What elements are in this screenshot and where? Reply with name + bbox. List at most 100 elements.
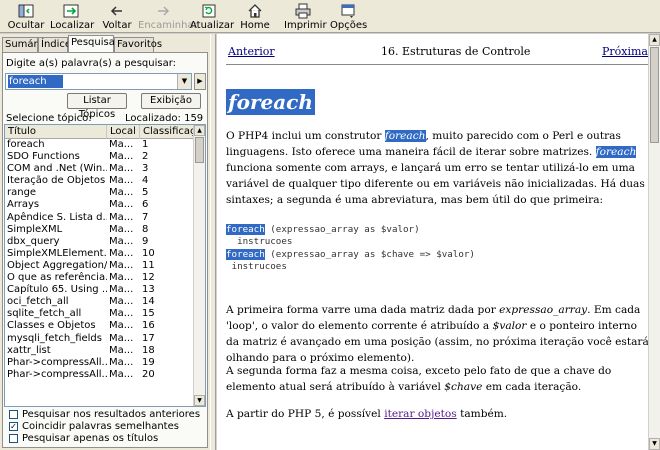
search-go-button[interactable]: ▶	[194, 73, 206, 90]
print-button[interactable]: Imprimir	[284, 1, 327, 32]
topic-row[interactable]: dbx_query Ma... 9	[5, 236, 194, 248]
topic-title: Iteração de Objetos	[7, 175, 106, 187]
topic-row[interactable]: foreach Ma... 1	[5, 139, 194, 151]
column-title[interactable]: Título	[5, 125, 107, 139]
display-button[interactable]: Exibição	[141, 93, 201, 109]
toolbar: Ocultar Localizar Voltar Encaminhar Atua…	[0, 0, 660, 33]
topic-row[interactable]: Apêndice S. Lista d... Ma... 7	[5, 212, 194, 224]
topic-title: Classes e Objetos	[7, 320, 96, 332]
options-button[interactable]: Opções	[330, 1, 367, 32]
tab-favorites[interactable]: Favoritos	[114, 37, 162, 53]
topic-row[interactable]: mysqli_fetch_fields Ma... 17	[5, 333, 194, 345]
checkbox-box[interactable]	[9, 434, 18, 443]
topic-rank: 7	[142, 211, 149, 223]
back-button[interactable]: Voltar	[100, 1, 134, 32]
topic-title: range	[7, 187, 37, 199]
topic-title: Apêndice S. Lista d...	[7, 211, 107, 223]
topic-location: Ma...	[109, 223, 134, 235]
chevron-down-icon[interactable]: ▼	[177, 74, 191, 89]
code-line: (expressao_array as $chave => $valor)	[264, 248, 475, 260]
checkbox-label: Coincidir palavras semelhantes	[22, 421, 179, 432]
checkbox-search-previous[interactable]: Pesquisar nos resultados anteriores	[9, 409, 200, 420]
forward-button[interactable]: Encaminhar	[138, 1, 198, 32]
text: O PHP4 inclui um construtor	[226, 130, 385, 142]
refresh-icon	[202, 4, 216, 18]
topic-list[interactable]: Título Local Classificação foreach Ma... 1…	[4, 124, 206, 407]
topic-rank: 16	[142, 320, 155, 332]
text: A partir do PHP 5, é possível	[226, 408, 385, 420]
topic-row[interactable]: Object Aggregation/... Ma... 11	[5, 260, 194, 272]
refresh-button[interactable]: Atualizar	[190, 1, 235, 32]
tab-index[interactable]: Índice	[38, 37, 71, 53]
tab-contents[interactable]: Sumário	[2, 37, 47, 53]
topic-title: Object Aggregation/...	[7, 259, 107, 271]
divider	[226, 64, 648, 65]
paragraph-php5: A partir do PHP 5, é possível iterar obj…	[226, 406, 651, 422]
topic-row[interactable]: Classes e Objetos Ma... 16	[5, 320, 194, 332]
next-link[interactable]: Próxima	[602, 45, 648, 58]
emphasis: expressao_array	[499, 304, 588, 316]
column-rank[interactable]: Classificação	[140, 125, 205, 139]
select-topic-label: Selecione tópico:	[6, 113, 92, 124]
code-line: instrucoes	[226, 261, 287, 273]
topic-rank: 17	[142, 332, 155, 344]
topic-location: Ma...	[109, 272, 134, 284]
scroll-thumb[interactable]	[650, 47, 659, 143]
topic-row[interactable]: Arrays Ma... 6	[5, 199, 194, 211]
topic-location: Ma...	[109, 199, 134, 211]
topic-location: Ma...	[109, 308, 134, 320]
chapter-title: 16. Estruturas de Controle	[381, 45, 531, 58]
refresh-label: Atualizar	[190, 20, 235, 31]
scroll-down-icon[interactable]: ▼	[649, 438, 660, 450]
topic-row[interactable]: range Ma... 5	[5, 187, 194, 199]
iterate-objects-link[interactable]: iterar objetos	[384, 408, 457, 420]
emphasis: $chave	[444, 381, 483, 393]
list-topics-button[interactable]: Listar Tópicos	[67, 93, 127, 120]
topic-row[interactable]: COM and .Net (Win... Ma... 3	[5, 163, 194, 175]
paragraph-intro: O PHP4 inclui um construtor foreach, mui…	[226, 128, 651, 208]
topic-location: Ma...	[109, 187, 134, 199]
scroll-thumb[interactable]	[195, 137, 204, 163]
content-scrollbar[interactable]: ▲ ▼	[648, 34, 660, 450]
topic-location: Ma...	[109, 320, 134, 332]
topic-row[interactable]: sqlite_fetch_all Ma... 15	[5, 308, 194, 320]
topic-row[interactable]: Iteração de Objetos Ma... 4	[5, 175, 194, 187]
pane-splitter[interactable]	[210, 34, 216, 450]
locate-button[interactable]: Localizar	[50, 1, 94, 32]
tab-search[interactable]: Pesquisar	[68, 35, 119, 53]
back-label: Voltar	[102, 20, 132, 31]
previous-link[interactable]: Anterior	[228, 45, 275, 58]
hide-button[interactable]: Ocultar	[4, 1, 48, 32]
checkbox-titles-only[interactable]: Pesquisar apenas os títulos	[9, 433, 189, 444]
topic-row[interactable]: SimpleXML Ma... 8	[5, 224, 194, 236]
checkbox-similar-words[interactable]: ✓ Coincidir palavras semelhantes	[9, 421, 189, 432]
text: também.	[456, 408, 508, 420]
topic-row[interactable]: Capítulo 65. Using ... Ma... 13	[5, 284, 194, 296]
emphasis: $valor	[492, 320, 527, 332]
topic-title: SimpleXMLElement...	[7, 247, 107, 259]
topic-row[interactable]: xattr_list Ma... 18	[5, 345, 194, 357]
code-block: foreach (expressao_array as $valor) inst…	[226, 224, 475, 274]
topic-rank: 12	[142, 272, 155, 284]
scroll-down-icon[interactable]: ▼	[194, 395, 205, 406]
topic-list-scrollbar[interactable]: ▲ ▼	[193, 125, 205, 406]
checkbox-box[interactable]	[9, 410, 18, 419]
topic-row[interactable]: Phar->compressAll... Ma... 19	[5, 357, 194, 369]
topic-row[interactable]: Phar->compressAll... Ma... 20	[5, 369, 194, 381]
checkbox-box[interactable]: ✓	[9, 422, 18, 431]
topic-title: SDO Functions	[7, 151, 80, 163]
home-button[interactable]: Home	[240, 1, 270, 32]
topic-row[interactable]: O que as referência... Ma... 12	[5, 272, 194, 284]
topic-row[interactable]: SimpleXMLElement... Ma... 10	[5, 248, 194, 260]
text: A primeira forma varre uma dada matriz d…	[226, 304, 500, 316]
content-pane: Anterior 16. Estruturas de Controle Próx…	[217, 34, 660, 450]
scroll-up-icon[interactable]: ▲	[649, 34, 660, 46]
column-location[interactable]: Local	[107, 125, 140, 139]
highlight-keyword: foreach	[384, 130, 426, 142]
hide-label: Ocultar	[7, 20, 45, 31]
code-line: instrucoes	[226, 236, 293, 248]
topic-row[interactable]: oci_fetch_all Ma... 14	[5, 296, 194, 308]
scroll-up-icon[interactable]: ▲	[194, 125, 205, 136]
topic-row[interactable]: SDO Functions Ma... 2	[5, 151, 194, 163]
search-input[interactable]: foreach ▼	[5, 73, 192, 90]
